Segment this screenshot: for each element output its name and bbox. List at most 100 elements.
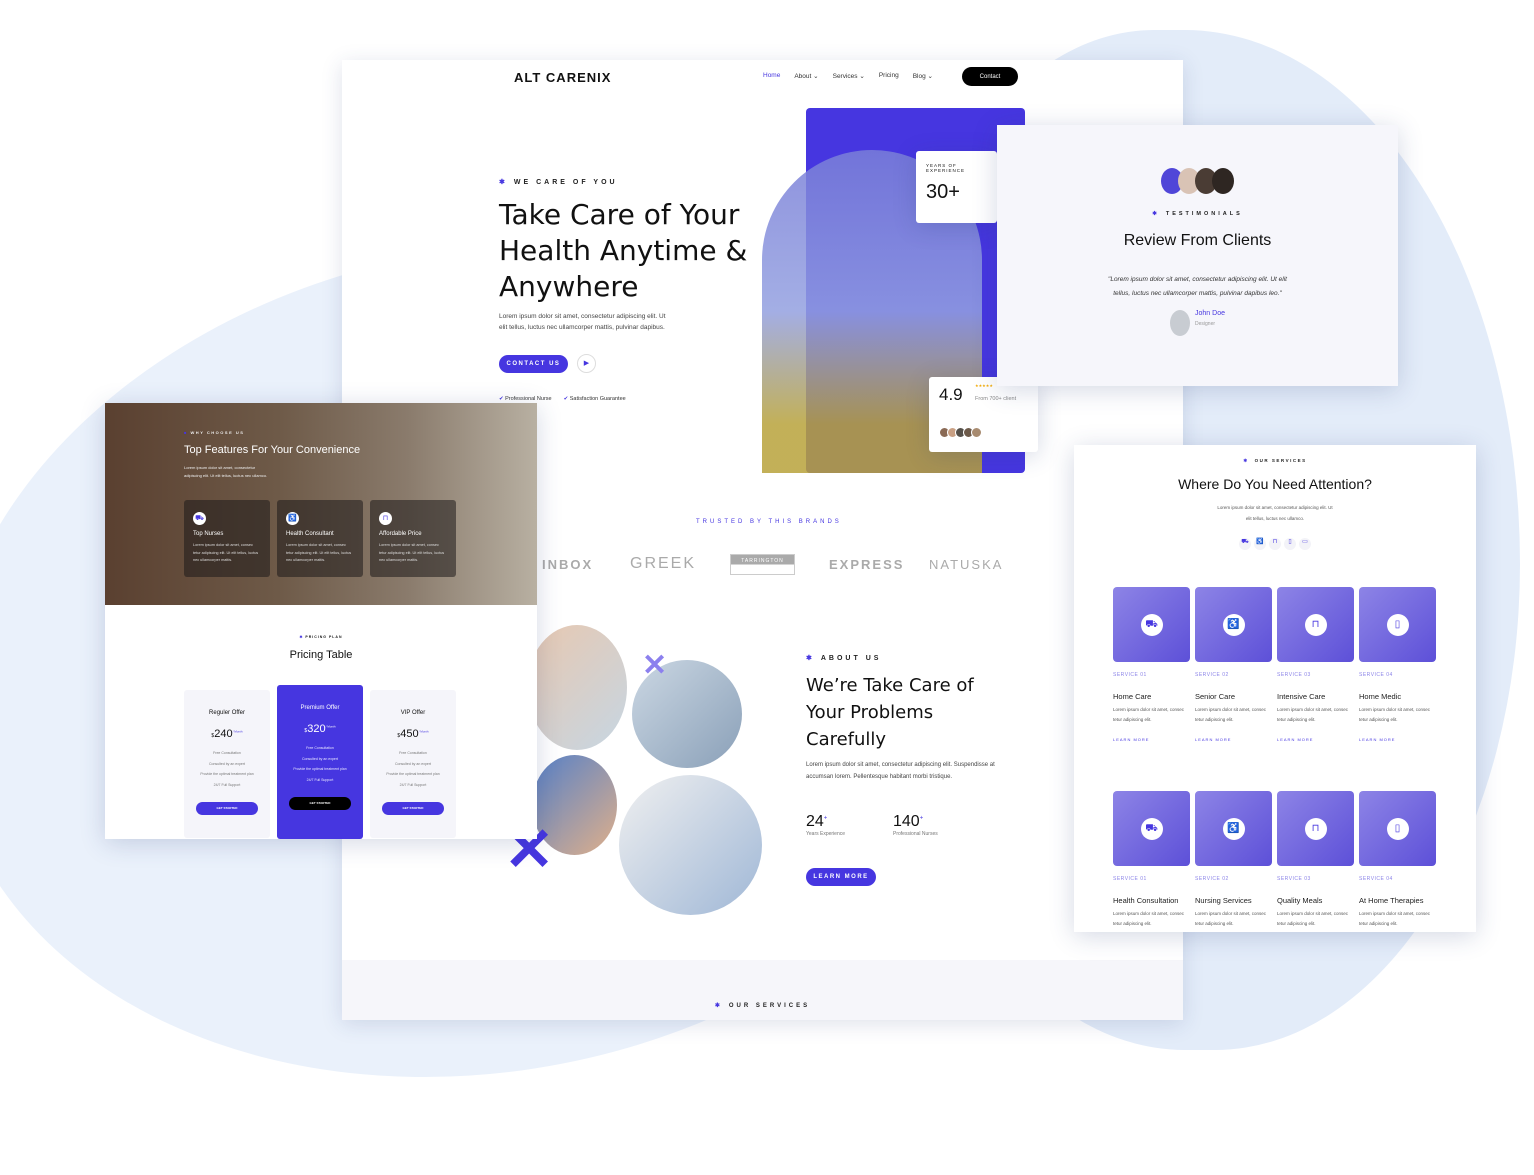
title-line: Carefully <box>806 729 887 750</box>
service-card[interactable]: ⛟ SERVICE 01 Home Care Lorem ipsum dolor si… <box>1113 587 1190 742</box>
price: 240 <box>214 728 233 740</box>
author-avatar <box>1170 310 1191 336</box>
logo[interactable]: ALT CARENIX <box>514 70 611 85</box>
plan-feature: Consulted by an expert <box>302 756 338 761</box>
about-photo <box>527 625 627 750</box>
feature-card: ⛟ Top Nurses Lorem ipsum dolor sit amet, c… <box>184 500 270 577</box>
check-label: Professional Nurse <box>505 396 552 402</box>
feature-text: Lorem ipsum dolor sit amet, consec tetur… <box>193 543 259 562</box>
plan-name: Reguler Offer <box>209 710 245 716</box>
plan-name: Premium Offer <box>300 705 340 711</box>
service-text: Lorem ipsum dolor sit amet, consec tetur… <box>1195 707 1267 722</box>
hero-eyebrow: ✱ WE CARE OF YOU <box>499 178 618 186</box>
nav-blog[interactable]: Blog ⌄ <box>913 72 933 80</box>
contact-button[interactable]: Contact <box>962 67 1018 86</box>
brand-logo-inbox: INBOX <box>542 557 594 572</box>
service-title: Nursing Services <box>1195 896 1252 905</box>
service-card[interactable]: ▯ SERVICE 04 At Home Therapies Lorem ipsum … <box>1359 791 1436 929</box>
service-photo: ⛟ <box>1113 587 1190 662</box>
services-row-1: ⛟ SERVICE 01 Home Care Lorem ipsum dolor si… <box>1113 587 1436 742</box>
pricing-eyebrow: ✱ PRICING PLAN <box>299 635 343 639</box>
eyebrow-text: TESTIMONIALS <box>1165 211 1243 217</box>
asterisk-icon: ✱ <box>1152 211 1160 217</box>
service-card[interactable]: ▯ SERVICE 04 Home Medic Lorem ipsum dolor s… <box>1359 587 1436 742</box>
eyebrow-text: PRICING PLAN <box>305 635 343 639</box>
rating-label: From 700+ client <box>975 396 1017 402</box>
check-item: ✔ Satisfaction Guarantee <box>564 396 626 402</box>
quote-line: tellus, luctus nec ullamcorper mattis, p… <box>1113 290 1282 297</box>
client-avatars <box>997 168 1398 194</box>
monitor-icon[interactable]: ▭ <box>1299 538 1311 550</box>
eyebrow-text: ABOUT US <box>820 655 882 662</box>
learn-more-link[interactable]: LEARN MORE <box>1359 737 1436 742</box>
plan-name: VIP Offer <box>400 710 426 716</box>
services-title: Where Do You Need Attention? <box>1178 476 1372 492</box>
nav-home[interactable]: Home <box>763 72 780 80</box>
feature-card: ⊓ Affordable Price Lorem ipsum dolor sit a… <box>370 500 456 577</box>
services-preview: ✱ OUR SERVICES Where Do You Need Attentio… <box>1074 445 1476 932</box>
get-started-button[interactable]: GET STARTED <box>196 802 258 815</box>
asterisk-icon: ✱ <box>806 655 815 662</box>
plan-feature: Consulted by an expert <box>209 761 245 766</box>
period: / Month <box>325 724 336 729</box>
service-title: Home Care <box>1113 692 1152 701</box>
tablet-icon[interactable]: ▯ <box>1284 538 1296 550</box>
tablet-icon: ▯ <box>1386 817 1409 840</box>
nav-pricing[interactable]: Pricing <box>879 72 899 80</box>
chevron-down-icon: ⌄ <box>927 73 933 80</box>
about-text: Lorem ipsum dolor sit amet, consectetur … <box>806 762 995 780</box>
service-card[interactable]: ♿ SERVICE 02 Senior Care Lorem ipsum dolor … <box>1195 587 1272 742</box>
get-started-button[interactable]: GET STARTED <box>289 797 351 810</box>
service-photo: ▯ <box>1359 791 1436 866</box>
wheelchair-icon: ♿ <box>1222 817 1245 840</box>
contact-us-button[interactable]: CONTACT US <box>499 355 568 373</box>
learn-more-link[interactable]: LEARN MORE <box>1195 737 1272 742</box>
check-icon: ✔ <box>499 396 504 402</box>
learn-more-link[interactable]: LEARN MORE <box>1113 737 1190 742</box>
nav-label: Services <box>832 73 858 80</box>
plan-feature: 24/7 Full Support <box>399 782 427 787</box>
learn-more-link[interactable]: LEARN MORE <box>1277 737 1354 742</box>
bed-icon: ⊓ <box>1304 817 1327 840</box>
service-card[interactable]: ⊓ SERVICE 03 Quality Meals Lorem ipsum dolo… <box>1277 791 1354 929</box>
service-card[interactable]: ⊓ SERVICE 03 Intensive Care Lorem ipsum dol… <box>1277 587 1354 742</box>
get-started-button[interactable]: GET STARTED <box>382 802 444 815</box>
title-line: Your Problems <box>806 702 934 723</box>
wheelchair-icon: ♿ <box>286 512 299 525</box>
feature-title: Health Consultant <box>286 531 334 537</box>
service-number: SERVICE 04 <box>1359 876 1393 882</box>
wheelchair-icon[interactable]: ♿ <box>1254 538 1266 550</box>
bed-icon: ⊓ <box>379 512 392 525</box>
service-title: Intensive Care <box>1277 692 1326 701</box>
pricing-card-vip: VIP Offer $450/ Month Free Consultation C… <box>370 690 456 838</box>
plan-features: Free Consultation Consulted by an expert P… <box>277 743 363 785</box>
features-title: Top Features For Your Convenience <box>184 444 361 456</box>
nav-about[interactable]: About ⌄ <box>794 72 818 80</box>
plan-price: $450/ Month <box>370 728 456 740</box>
service-text: Lorem ipsum dolor sit amet, consec tetur… <box>1277 707 1349 722</box>
service-card[interactable]: ♿ SERVICE 02 Nursing Services Lorem ipsum d… <box>1195 791 1272 929</box>
services-strip: ✱ OUR SERVICES <box>342 960 1183 1020</box>
bed-icon[interactable]: ⊓ <box>1269 538 1281 550</box>
ambulance-icon: ⛟ <box>193 512 206 525</box>
features-text: Lorem ipsum dolor sit amet, consectetur … <box>184 465 268 478</box>
services-eyebrow: ✱ OUR SERVICES <box>342 1002 1183 1009</box>
check-label: Satisfaction Guarantee <box>569 396 626 402</box>
service-number: SERVICE 02 <box>1195 672 1229 678</box>
ambulance-icon[interactable]: ⛟ <box>1239 538 1251 550</box>
eyebrow-text: OUR SERVICES <box>728 1003 811 1009</box>
service-card[interactable]: ⛟ SERVICE 01 Health Consultation Lorem ipsu… <box>1113 791 1190 929</box>
chevron-down-icon: ⌄ <box>813 73 819 80</box>
stat-label: Years Experience <box>806 831 846 837</box>
testimonials-title: Review From Clients <box>1123 232 1272 249</box>
play-video-button[interactable]: ▶ <box>577 354 596 373</box>
nav-services[interactable]: Services ⌄ <box>833 72 865 80</box>
hero-text: Lorem ipsum dolor sit amet, consectetur … <box>499 311 666 333</box>
text-line: elit tellus, luctus nec ullamco. <box>1245 516 1305 521</box>
author-name: John Doe <box>1195 310 1225 317</box>
stat-nurses: 140+ Professional Nurses <box>893 813 938 837</box>
services-text: Lorem ipsum dolor sit amet, consectetur … <box>1074 502 1476 524</box>
quote-line: "Lorem ipsum dolor sit amet, consectetur… <box>1108 276 1287 283</box>
learn-more-button[interactable]: LEARN MORE <box>806 868 876 886</box>
service-text: Lorem ipsum dolor sit amet, consec tetur… <box>1359 911 1431 926</box>
